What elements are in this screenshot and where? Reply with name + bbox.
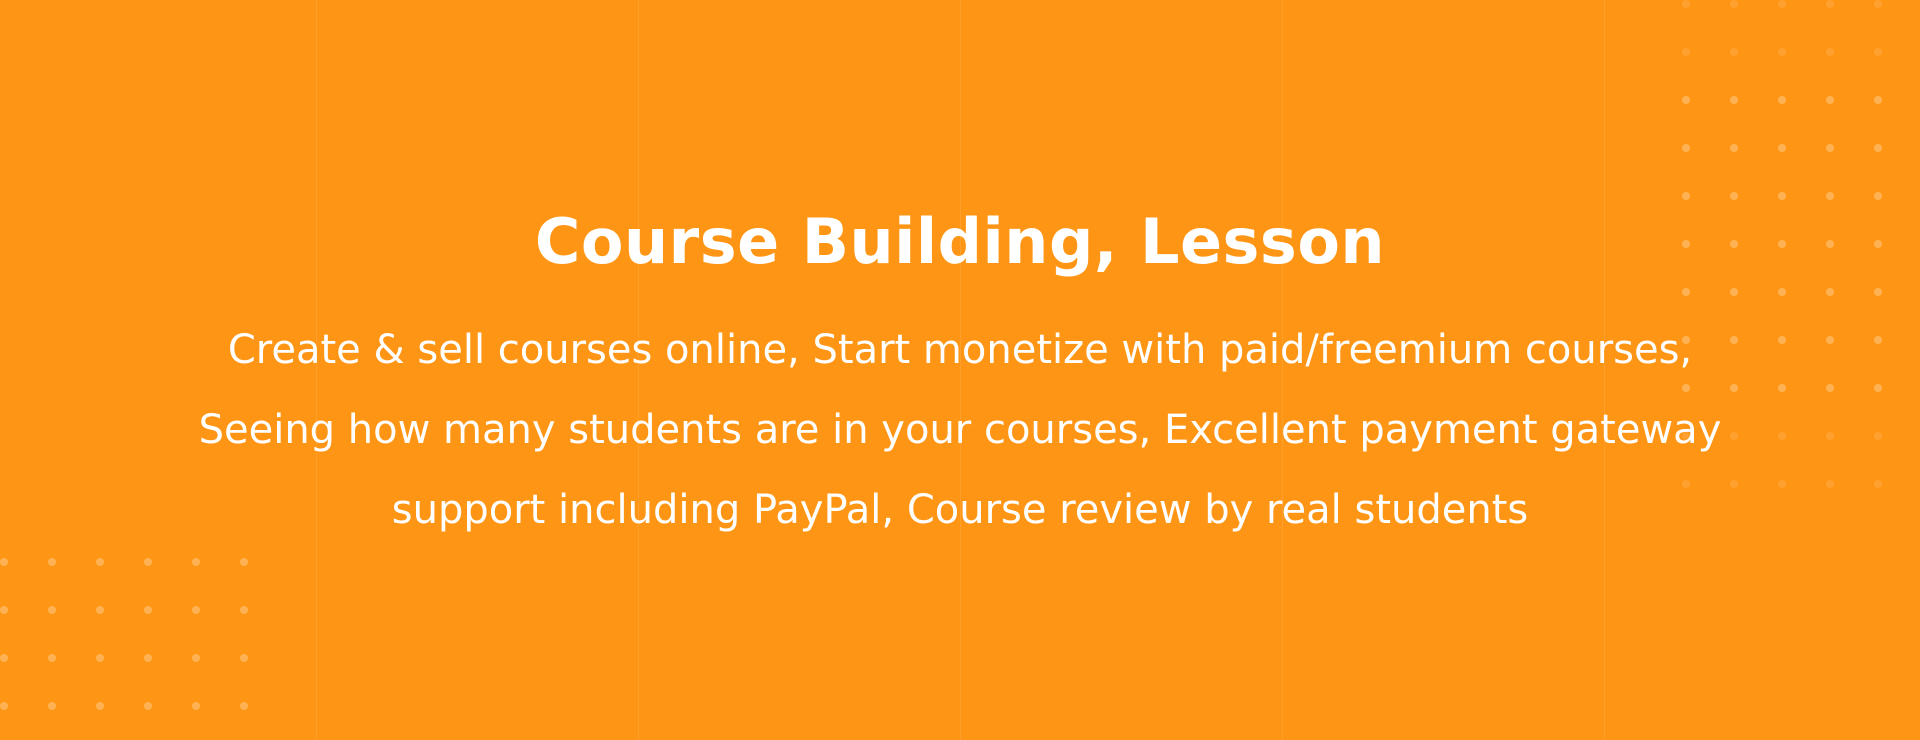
decorative-dot [1682,0,1690,8]
hero-content: Course Building, Lesson Create & sell co… [0,202,1920,550]
decorative-dot [48,654,56,662]
decorative-dot [1730,0,1738,8]
decorative-dot [96,606,104,614]
decorative-dot [1682,144,1690,152]
decorative-dot [1730,96,1738,104]
decorative-dot [1778,96,1786,104]
decorative-dot [1778,144,1786,152]
decorative-dot [1874,96,1882,104]
decorative-dot [48,702,56,710]
decorative-dot [1874,192,1882,200]
decorative-dot [192,654,200,662]
decorative-dot [0,702,8,710]
hero-description: Create & sell courses online, Start mone… [150,310,1770,550]
decorative-dot [96,702,104,710]
decorative-dot [1682,96,1690,104]
decorative-dot [1826,96,1834,104]
decorative-dot [0,558,8,566]
decorative-dot [1730,48,1738,56]
decorative-dot [96,654,104,662]
decorative-dot [144,558,152,566]
decorative-dot [1826,144,1834,152]
decorative-dot [144,606,152,614]
page-title: Course Building, Lesson [534,205,1386,278]
decorative-dot [240,606,248,614]
decorative-dot [1874,0,1882,8]
decorative-dot [144,654,152,662]
decorative-dot [240,702,248,710]
decorative-dot [1682,48,1690,56]
decorative-dot [1778,192,1786,200]
description-line: Create & sell courses online, Start mone… [227,327,1693,373]
decorative-dot [1730,192,1738,200]
decorative-dot [192,558,200,566]
description-line: support including PayPal, Course review … [391,487,1529,533]
decorative-dot [48,606,56,614]
decorative-dot [1826,192,1834,200]
decorative-dot [1874,48,1882,56]
dot-pattern-bottom-left [0,558,288,740]
decorative-dot [48,558,56,566]
decorative-dot [240,654,248,662]
decorative-dot [144,702,152,710]
description-line: Seeing how many students are in your cou… [198,407,1722,453]
decorative-dot [1730,144,1738,152]
decorative-dot [0,654,8,662]
decorative-dot [1778,48,1786,56]
hero-banner: Course Building, Lesson Create & sell co… [0,0,1920,740]
decorative-dot [0,606,8,614]
decorative-dot [1826,48,1834,56]
decorative-dot [1682,192,1690,200]
decorative-dot [96,558,104,566]
decorative-dot [240,558,248,566]
decorative-dot [1826,0,1834,8]
decorative-dot [192,702,200,710]
decorative-dot [1778,0,1786,8]
decorative-dot [192,606,200,614]
decorative-dot [1874,144,1882,152]
